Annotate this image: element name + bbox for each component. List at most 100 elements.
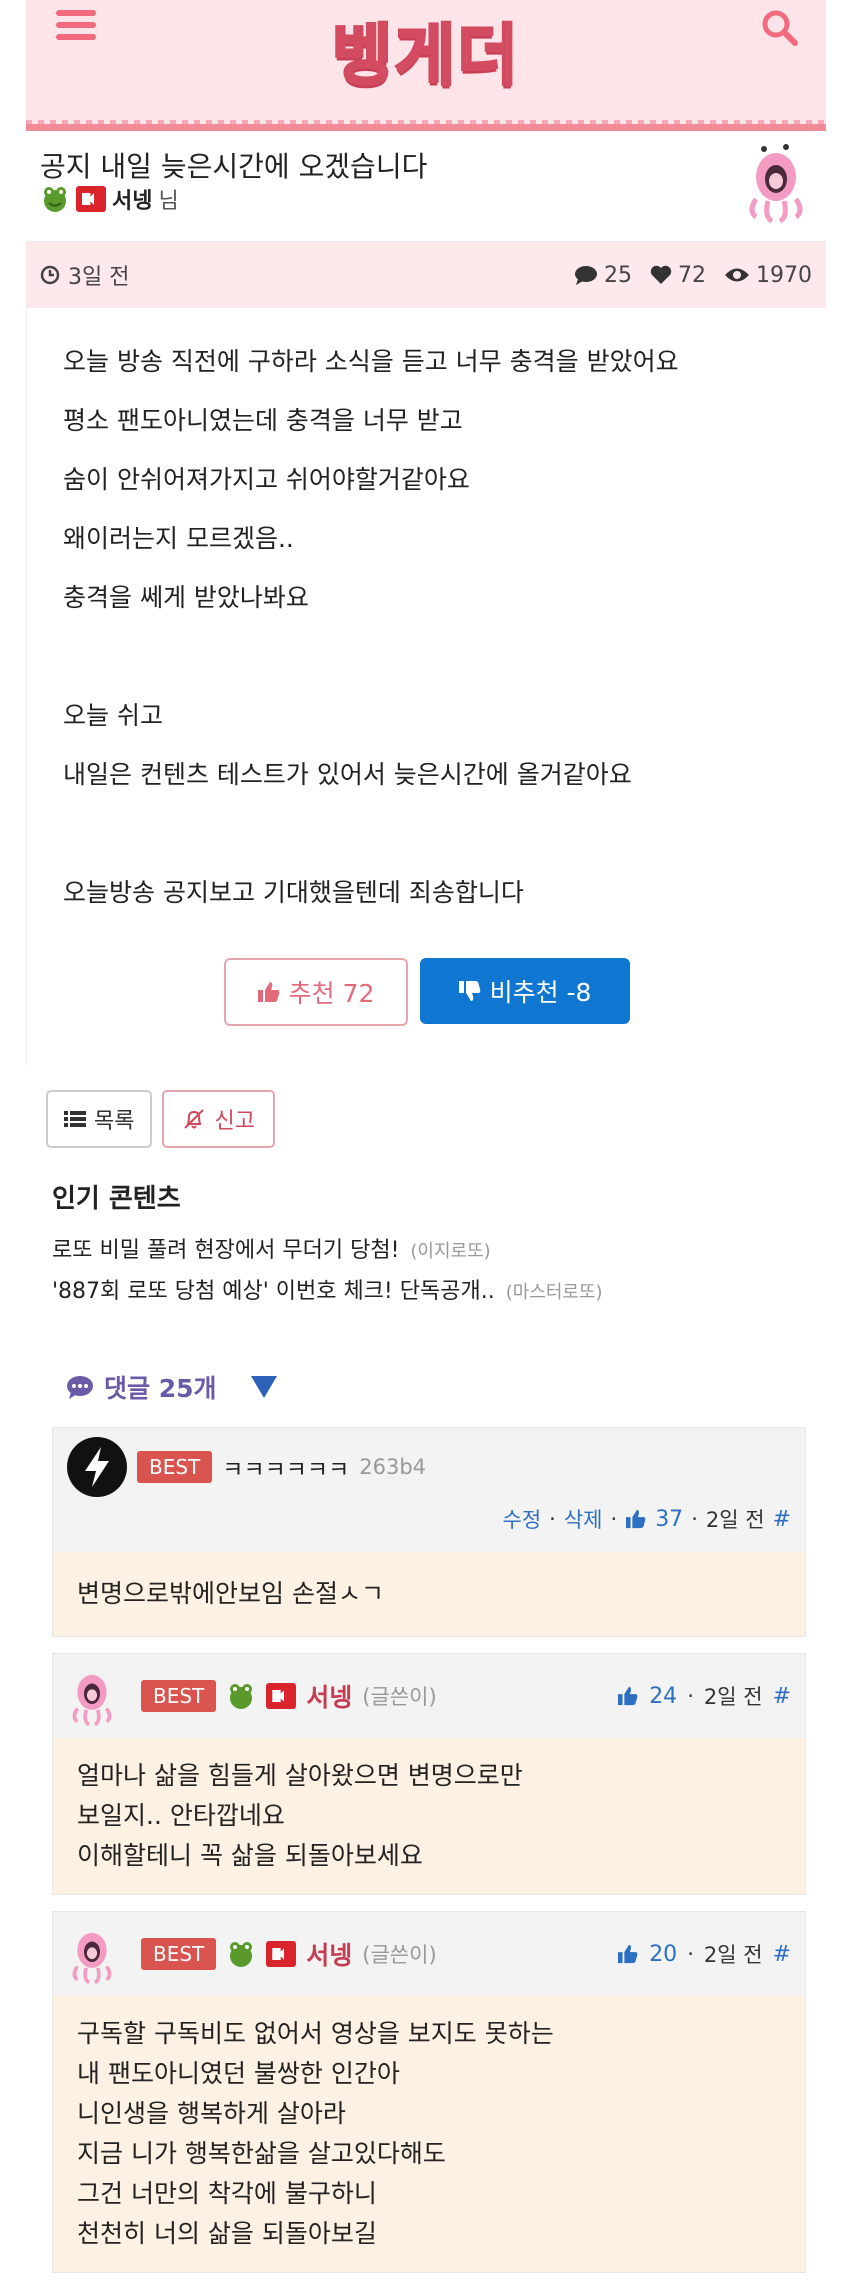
report-label: 신고 bbox=[214, 1109, 255, 1134]
commenter-name[interactable]: 서넹 bbox=[306, 1678, 352, 1714]
vote-row: 추천 72 비추천 -8 bbox=[26, 922, 826, 1066]
popular-item[interactable]: 로또 비밀 풀려 현장에서 무더기 당첨! (이지로또) bbox=[52, 1231, 826, 1272]
post-actions: 목록 신고 bbox=[26, 1066, 826, 1148]
commenter-id: 263b4 bbox=[359, 1455, 427, 1479]
clock-icon bbox=[40, 265, 60, 285]
downvote-label: 비추천 -8 bbox=[489, 978, 592, 1007]
camera-icon bbox=[76, 186, 106, 212]
lightning-avatar-icon bbox=[67, 1437, 127, 1497]
comment-count: 25 bbox=[604, 262, 632, 288]
comment-permalink[interactable]: # bbox=[773, 1507, 791, 1532]
comment-permalink[interactable]: # bbox=[773, 1684, 791, 1709]
comments-count-label: 댓글 25개 bbox=[104, 1374, 217, 1403]
upvote-label: 추천 72 bbox=[288, 979, 375, 1008]
popular-item[interactable]: '887회 로또 당첨 예상' 이번호 체크! 단독공개.. (마스터로또) bbox=[52, 1272, 826, 1313]
popular-item-text: '887회 로또 당첨 예상' 이번호 체크! 단독공개.. bbox=[52, 1279, 495, 1304]
thumbs-up-icon[interactable] bbox=[617, 1944, 639, 1964]
menu-icon[interactable] bbox=[56, 10, 96, 40]
delete-link[interactable]: 삭제 bbox=[564, 1504, 603, 1534]
body-line: 오늘 방송 직전에 구하라 소식을 듣고 너무 충격을 받았어요 bbox=[63, 347, 679, 376]
avatar bbox=[749, 144, 803, 223]
list-label: 목록 bbox=[94, 1109, 135, 1134]
post-title-row: 공지 내일 늦은시간에 오겠습니다 서넹 님 bbox=[26, 131, 826, 242]
comment-bubble-icon bbox=[67, 1376, 93, 1399]
body-line: 충격을 쎄게 받았나봐요 bbox=[63, 583, 309, 612]
camera-icon bbox=[266, 1683, 297, 1709]
comment-time: 2일 전 bbox=[705, 1508, 765, 1532]
post-time: 3일 전 bbox=[68, 265, 130, 290]
body-line: 오늘방송 공지보고 기대했을텐데 죄송합니다 bbox=[63, 878, 524, 907]
author-role: (글쓴이) bbox=[362, 1943, 437, 1967]
popular-item-source: (마스터로또) bbox=[505, 1282, 603, 1303]
comments-header[interactable]: 댓글 25개 bbox=[26, 1313, 826, 1405]
search-icon[interactable] bbox=[760, 8, 800, 48]
comment-list: BEST ㅋㅋㅋㅋㅋㅋ 263b4 수정 · 삭제 · 37 · 2일 전 # 변명으… bbox=[52, 1427, 806, 2273]
popular-item-source: (이지로또) bbox=[410, 1241, 491, 1262]
author-suffix: 님 bbox=[158, 189, 179, 214]
camera-icon bbox=[266, 1941, 297, 1967]
avatar bbox=[72, 1674, 112, 1726]
like-count: 72 bbox=[678, 262, 706, 288]
comment-item: BEST 서넹 (글쓴이) 24 · 2일 전 # 얼마나 삶을 힘들게 살아왔으… bbox=[52, 1653, 806, 1895]
comment-body-line: 니인생을 행복하게 살아라 bbox=[77, 2099, 346, 2128]
header-stripe bbox=[26, 120, 826, 124]
comment-body-line: 얼마나 삶을 힘들게 살아왔으면 변명으로만 bbox=[77, 1761, 523, 1790]
comment-time: 2일 전 bbox=[703, 1943, 763, 1967]
comment-body-line: 내 팬도아니였던 불쌍한 인간아 bbox=[77, 2059, 400, 2088]
downvote-button[interactable]: 비추천 -8 bbox=[419, 958, 630, 1024]
comment-body-line: 구독할 구독비도 없어서 영상을 보지도 못하는 bbox=[77, 2019, 554, 2048]
comment-likes: 20 bbox=[649, 1941, 678, 1967]
body-line: 숨이 안쉬어져가지고 쉬어야할거같아요 bbox=[63, 465, 470, 494]
list-icon bbox=[64, 1111, 86, 1127]
upvote-button[interactable]: 추천 72 bbox=[223, 958, 408, 1026]
comment-body-line: 천천히 너의 삶을 되돌아보길 bbox=[77, 2219, 377, 2248]
report-button[interactable]: 신고 bbox=[162, 1090, 275, 1148]
best-badge: BEST bbox=[141, 1938, 217, 1970]
comment-item: BEST 서넹 (글쓴이) 20 · 2일 전 # 구독할 구독비도 없어서 영상… bbox=[52, 1911, 806, 2273]
comment-time: 2일 전 bbox=[703, 1685, 763, 1709]
body-line: 오늘 쉬고 bbox=[63, 701, 163, 730]
frog-icon bbox=[44, 187, 66, 212]
post-meta-bar: 3일 전 25 72 1970 bbox=[26, 242, 826, 308]
comment-body-line: 이해할테니 꼭 삶을 되돌아보세요 bbox=[77, 1841, 423, 1870]
author-row: 서넹 님 bbox=[40, 183, 179, 215]
comment-permalink[interactable]: # bbox=[773, 1942, 791, 1967]
best-badge: BEST bbox=[141, 1680, 217, 1712]
heart-icon bbox=[650, 265, 672, 284]
post-title: 공지 내일 늦은시간에 오겠습니다 bbox=[40, 150, 428, 183]
comment-icon bbox=[575, 266, 597, 285]
comment-body-line: 보일지.. 안타깝네요 bbox=[77, 1801, 285, 1830]
caret-down-icon[interactable] bbox=[250, 1376, 277, 1398]
author-name[interactable]: 서넹 bbox=[112, 183, 152, 215]
avatar bbox=[72, 1932, 112, 1984]
site-logo[interactable]: 벵게더 bbox=[330, 2, 520, 98]
comment-likes: 24 bbox=[649, 1683, 678, 1709]
thumbs-up-icon[interactable] bbox=[617, 1686, 639, 1706]
list-button[interactable]: 목록 bbox=[46, 1090, 153, 1148]
site-header: 벵게더 bbox=[26, 0, 826, 131]
popular-content: 인기 콘텐츠 로또 비밀 풀려 현장에서 무더기 당첨! (이지로또) '887… bbox=[26, 1148, 826, 1313]
comment-body-line: 그건 너만의 착각에 불구하니 bbox=[77, 2179, 377, 2208]
view-count: 1970 bbox=[756, 262, 812, 288]
body-line: 내일은 컨텐츠 테스트가 있어서 늦은시간에 올거같아요 bbox=[63, 760, 632, 789]
comment-item: BEST ㅋㅋㅋㅋㅋㅋ 263b4 수정 · 삭제 · 37 · 2일 전 # 변명으… bbox=[52, 1427, 806, 1637]
best-badge: BEST bbox=[137, 1451, 213, 1483]
commenter-name[interactable]: 서넹 bbox=[306, 1936, 352, 1972]
frog-icon bbox=[230, 1942, 253, 1967]
thumbs-up-icon[interactable] bbox=[625, 1509, 647, 1529]
thumbs-up-icon bbox=[257, 982, 279, 1002]
body-line bbox=[63, 627, 790, 686]
edit-link[interactable]: 수정 bbox=[503, 1504, 542, 1534]
popular-title: 인기 콘텐츠 bbox=[52, 1184, 181, 1214]
bell-slash-icon bbox=[184, 1109, 205, 1129]
body-line: 평소 팬도아니였는데 충격을 너무 받고 bbox=[63, 406, 463, 435]
eye-icon bbox=[725, 268, 749, 282]
thumbs-down-icon bbox=[458, 981, 480, 1001]
popular-item-text: 로또 비밀 풀려 현장에서 무더기 당첨! bbox=[52, 1238, 400, 1263]
comment-body-line: 지금 니가 행복한삶을 살고있다해도 bbox=[77, 2139, 446, 2168]
commenter-name: ㅋㅋㅋㅋㅋㅋ bbox=[222, 1457, 350, 1483]
frog-icon bbox=[230, 1684, 253, 1709]
body-line bbox=[63, 804, 790, 863]
comment-likes: 37 bbox=[655, 1506, 684, 1532]
post-body: 오늘 방송 직전에 구하라 소식을 듣고 너무 충격을 받았어요 평소 팬도아니… bbox=[26, 308, 826, 922]
